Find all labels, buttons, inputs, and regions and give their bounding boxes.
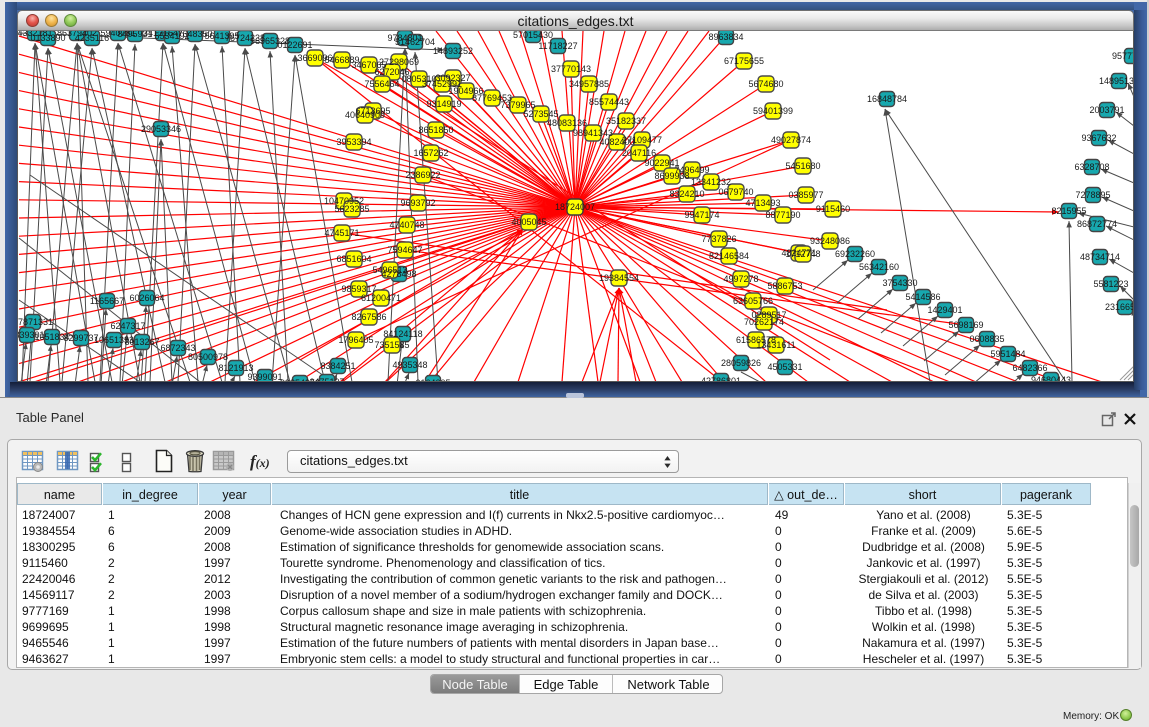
svg-text:48734714: 48734714 xyxy=(1080,252,1120,262)
svg-text:61200471: 61200471 xyxy=(361,293,401,303)
svg-text:8651850: 8651850 xyxy=(418,125,453,135)
svg-text:59401399: 59401399 xyxy=(753,106,793,116)
svg-text:9115460: 9115460 xyxy=(816,204,850,214)
svg-text:29053346: 29053346 xyxy=(141,124,181,134)
svg-text:40640909: 40640909 xyxy=(345,110,385,120)
svg-text:67175655: 67175655 xyxy=(724,56,764,66)
svg-text:4713493: 4713493 xyxy=(745,198,780,208)
svg-text:6482366: 6482366 xyxy=(1012,363,1047,373)
svg-text:5951484: 5951484 xyxy=(990,349,1025,359)
svg-text:18724007: 18724007 xyxy=(555,202,595,212)
svg-text:9947174: 9947174 xyxy=(684,210,719,220)
svg-text:57871331: 57871331 xyxy=(18,317,53,327)
svg-text:16848784: 16848784 xyxy=(867,94,907,104)
svg-text:2475107: 2475107 xyxy=(309,377,344,382)
svg-text:4005045: 4005045 xyxy=(511,217,546,227)
svg-text:1657262: 1657262 xyxy=(413,148,448,158)
svg-text:9693792: 9693792 xyxy=(400,198,435,208)
svg-text:28059826: 28059826 xyxy=(721,358,761,368)
svg-text:9399091: 9399091 xyxy=(247,372,282,382)
svg-text:6328708: 6328708 xyxy=(1074,162,1109,172)
svg-text:51462704: 51462704 xyxy=(395,37,435,47)
svg-text:34957885: 34957885 xyxy=(569,79,609,89)
svg-text:63605766: 63605766 xyxy=(733,296,773,306)
svg-text:0164005: 0164005 xyxy=(415,378,450,382)
svg-text:14895134: 14895134 xyxy=(1099,76,1134,86)
svg-text:1429401: 1429401 xyxy=(927,305,962,315)
svg-text:93248086: 93248086 xyxy=(810,236,850,246)
svg-text:4505331: 4505331 xyxy=(767,362,802,372)
svg-text:6247317: 6247317 xyxy=(110,321,145,331)
svg-text:5623285: 5623285 xyxy=(334,204,369,214)
svg-text:86872774: 86872774 xyxy=(1077,219,1117,229)
svg-text:13341232: 13341232 xyxy=(691,177,731,187)
svg-text:8215955: 8215955 xyxy=(1051,206,1086,216)
svg-text:3953394: 3953394 xyxy=(336,137,371,147)
svg-text:8384251: 8384251 xyxy=(320,361,355,371)
svg-text:7351585: 7351585 xyxy=(374,340,409,350)
svg-text:14893252: 14893252 xyxy=(433,46,473,56)
svg-text:4740748: 4740748 xyxy=(389,220,424,230)
svg-text:42786801: 42786801 xyxy=(701,376,741,382)
svg-text:4997278: 4997278 xyxy=(723,274,758,284)
svg-text:1796405: 1796405 xyxy=(338,335,373,345)
svg-text:7496499: 7496499 xyxy=(674,165,709,175)
svg-text:4935348: 4935348 xyxy=(392,360,427,370)
svg-text:0679740: 0679740 xyxy=(718,187,753,197)
svg-text:0385977: 0385977 xyxy=(788,190,823,200)
svg-text:80500978: 80500978 xyxy=(188,352,228,362)
svg-text:19384554: 19384554 xyxy=(599,273,639,283)
svg-text:37770143: 37770143 xyxy=(551,64,591,74)
svg-text:27109477: 27109477 xyxy=(622,135,662,145)
svg-text:69232260: 69232260 xyxy=(835,249,875,259)
svg-text:11718227: 11718227 xyxy=(538,41,577,51)
svg-text:2386922: 2386922 xyxy=(405,170,440,180)
svg-text:5674680: 5674680 xyxy=(748,79,783,89)
svg-text:8267586: 8267586 xyxy=(351,312,386,322)
svg-text:5496513: 5496513 xyxy=(372,265,407,275)
svg-text:7278895: 7278895 xyxy=(1075,190,1110,200)
svg-text:6026064: 6026064 xyxy=(129,293,164,303)
svg-text:8013267: 8013267 xyxy=(124,337,159,347)
svg-text:5451680: 5451680 xyxy=(785,161,820,171)
svg-text:48083136: 48083136 xyxy=(547,118,587,128)
svg-text:95777387: 95777387 xyxy=(1112,51,1134,61)
svg-text:1712748: 1712748 xyxy=(785,249,820,259)
svg-text:7556464: 7556464 xyxy=(364,79,399,89)
svg-text:8877190: 8877190 xyxy=(765,210,800,220)
svg-text:1165667: 1165667 xyxy=(90,296,124,306)
svg-text:9367632: 9367632 xyxy=(1081,133,1116,143)
svg-text:3754330: 3754330 xyxy=(882,278,917,288)
svg-text:8963834: 8963834 xyxy=(708,32,743,42)
svg-text:7737826: 7737826 xyxy=(701,234,736,244)
svg-text:57015430: 57015430 xyxy=(513,31,553,40)
svg-text:70262174: 70262174 xyxy=(744,317,784,327)
svg-text:23166587: 23166587 xyxy=(1105,302,1134,312)
svg-text:85574443: 85574443 xyxy=(589,97,629,107)
svg-text:5698169: 5698169 xyxy=(948,320,983,330)
svg-text:7594647: 7594647 xyxy=(387,245,422,255)
svg-text:8324210: 8324210 xyxy=(669,189,704,199)
svg-text:94680443: 94680443 xyxy=(1031,375,1071,382)
svg-text:27298069: 27298069 xyxy=(379,57,419,67)
svg-text:2003791: 2003791 xyxy=(1089,105,1124,115)
svg-text:6851604: 6851604 xyxy=(336,254,371,264)
svg-text:35182337: 35182337 xyxy=(606,116,646,126)
svg-text:5414586: 5414586 xyxy=(905,292,940,302)
svg-text:56342160: 56342160 xyxy=(859,262,899,272)
svg-text:4745171: 4745171 xyxy=(324,228,359,238)
svg-text:13431611: 13431611 xyxy=(756,340,795,350)
svg-text:2047116: 2047116 xyxy=(622,148,656,158)
svg-text:0608835: 0608835 xyxy=(969,334,1004,344)
svg-text:5581223: 5581223 xyxy=(1093,279,1128,289)
svg-text:5886753: 5886753 xyxy=(767,281,802,291)
svg-text:84124118: 84124118 xyxy=(383,329,422,339)
svg-text:82146584: 82146584 xyxy=(709,251,749,261)
svg-text:0122691: 0122691 xyxy=(277,40,312,50)
svg-text:49027874: 49027874 xyxy=(771,135,811,145)
svg-text:9314919: 9314919 xyxy=(426,99,461,109)
